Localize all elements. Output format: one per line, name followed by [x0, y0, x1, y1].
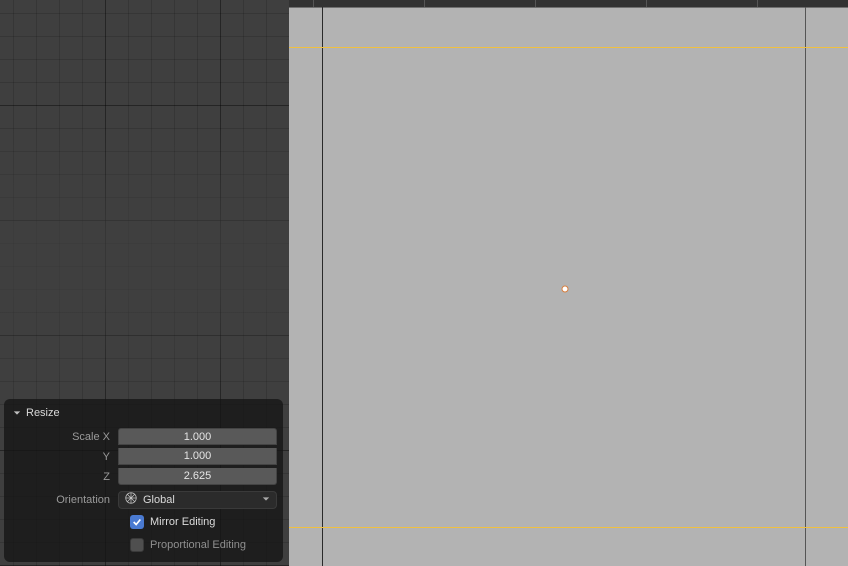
orientation-global-icon	[125, 492, 137, 507]
uv-edge-vertical	[805, 7, 806, 566]
orientation-value: Global	[143, 494, 175, 506]
scale-y-field[interactable]: 1.000	[118, 448, 277, 465]
uv-edge-vertical	[322, 7, 323, 566]
proportional-editing-label: Proportional Editing	[150, 539, 246, 551]
mirror-editing-checkbox[interactable]	[130, 515, 144, 529]
operator-panel-resize: Resize Scale X 1.000 Y 1.000 Z 2.625 Ori…	[4, 399, 283, 562]
orientation-label: Orientation	[10, 494, 118, 506]
uv-mesh-plane[interactable]	[289, 7, 848, 566]
scale-z-label: Z	[10, 471, 118, 483]
app-stage: Resize Scale X 1.000 Y 1.000 Z 2.625 Ori…	[0, 0, 848, 566]
operator-panel-title: Resize	[26, 407, 60, 419]
scale-x-label: Scale X	[10, 431, 118, 443]
chevron-down-icon	[12, 408, 22, 418]
uv-selected-edge	[289, 47, 848, 48]
uv-ruler	[289, 0, 848, 7]
proportional-editing-checkbox[interactable]	[130, 538, 144, 552]
scale-x-value: 1.000	[184, 431, 212, 443]
uv-selected-edge	[289, 527, 848, 528]
orientation-select[interactable]: Global	[118, 491, 277, 509]
operator-panel-header[interactable]: Resize	[10, 403, 277, 427]
chevron-down-icon	[262, 494, 270, 506]
scale-x-field[interactable]: 1.000	[118, 428, 277, 445]
viewport-uv[interactable]	[289, 0, 848, 566]
scale-z-field[interactable]: 2.625	[118, 468, 277, 485]
cursor-2d-icon[interactable]	[561, 285, 568, 292]
scale-y-value: 1.000	[184, 450, 212, 462]
mirror-editing-label: Mirror Editing	[150, 516, 215, 528]
scale-z-value: 2.625	[184, 470, 212, 482]
scale-y-label: Y	[10, 451, 118, 463]
